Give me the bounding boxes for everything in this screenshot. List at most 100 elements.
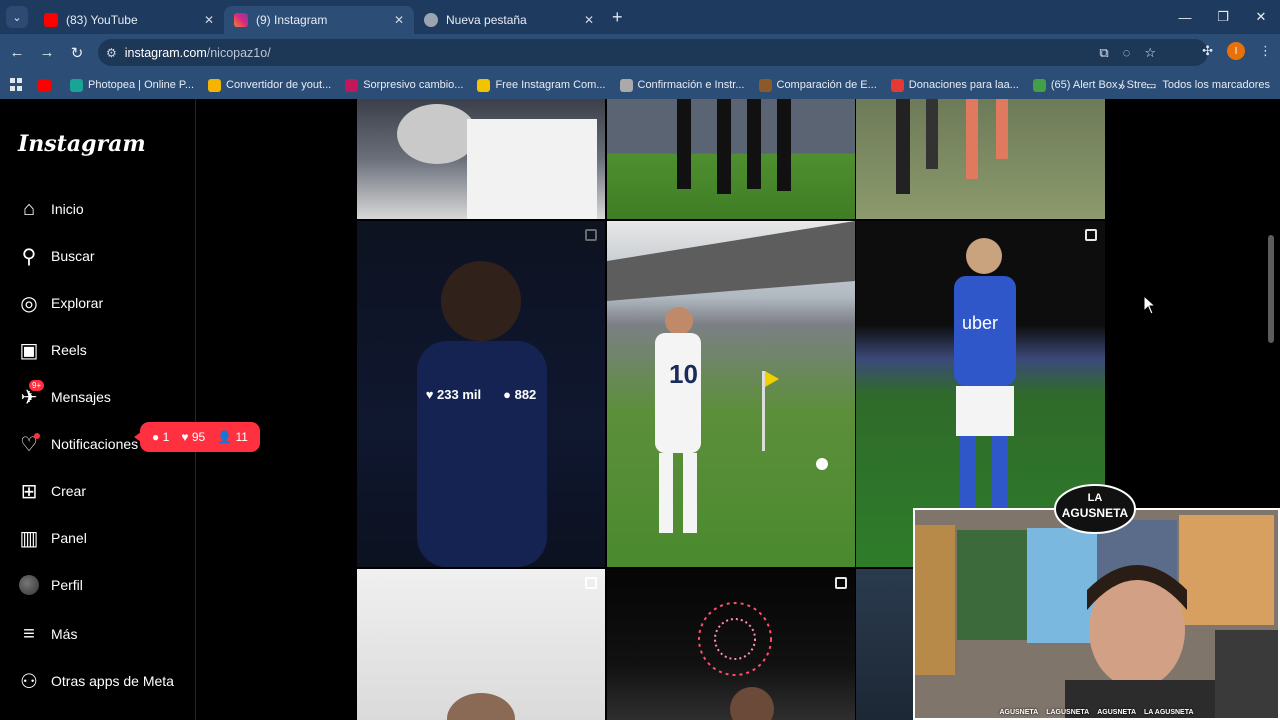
post-tile[interactable] (357, 569, 605, 720)
tab-strip: ⌄ (83) YouTube ✕ (9) Instagram ✕ Nueva p… (0, 0, 1280, 34)
bookmarks-more-button[interactable]: » (1118, 78, 1125, 93)
bookmark-label: Confirmación e Instr... (637, 79, 745, 91)
messages-badge: 9+ (29, 380, 45, 391)
sidebar-item-más[interactable]: ≡ Más (18, 622, 77, 646)
home-icon: ⌂ (22, 197, 36, 220)
site-info-icon[interactable]: ⚙ (106, 46, 117, 60)
sidebar-item-label: Explorar (51, 295, 104, 311)
close-icon[interactable]: ✕ (394, 13, 404, 27)
sidebar-item-perfil[interactable]: Perfil (18, 573, 83, 597)
logo-line2: AGUSNETA (1062, 506, 1129, 520)
close-icon[interactable]: ✕ (584, 13, 594, 27)
tab-search-button[interactable]: ⌄ (6, 6, 28, 28)
address-bar[interactable]: ⚙ instagram.com/nicopaz1o/ ⧉ ◌ ☆ (98, 39, 1208, 66)
sidebar: Instagram ⌂ Inicio ⚲ Buscar ◎ Explorar ▣ Reels ✈… (0, 99, 260, 720)
reload-icon[interactable]: ↻ (64, 44, 90, 62)
bookmark-favicon-icon (890, 78, 904, 92)
profile-avatar[interactable]: I (1227, 42, 1245, 60)
kebab-menu-icon[interactable]: ⋮ (1259, 43, 1272, 59)
new-tab-button[interactable]: + (612, 7, 623, 28)
post-tile[interactable] (856, 99, 1105, 219)
bookmark-item[interactable]: Confirmación e Instr... (619, 78, 745, 92)
carousel-icon (1085, 229, 1097, 241)
sidebar-item-buscar[interactable]: ⚲ Buscar (18, 244, 95, 268)
bookmark-item[interactable]: Donaciones para laa... (890, 78, 1019, 92)
post-tile-hovered[interactable]: ♥ 233 mil ● 882 (357, 221, 605, 567)
bookmark-label: Sorpresivo cambio... (363, 79, 464, 91)
bookmark-item[interactable]: Convertidor de yout... (208, 78, 332, 92)
back-icon[interactable]: ← (4, 44, 30, 61)
bookmark-item[interactable]: Comparación de E... (758, 78, 877, 92)
plus-square-icon: ⊞ (20, 480, 38, 503)
bookmark-list: Photopea | Online P... Convertidor de you… (38, 78, 1170, 92)
close-window-icon[interactable]: ✕ (1242, 9, 1280, 25)
x-handle: LAGUSNETA (1046, 709, 1090, 716)
webcam-scene (915, 510, 1278, 718)
forward-icon[interactable]: → (34, 44, 60, 61)
likes-stat: ♥ 233 mil (425, 386, 482, 402)
bookmark-item[interactable]: Free Instagram Com... (477, 78, 606, 92)
restore-icon[interactable]: ❐ (1204, 9, 1242, 25)
notification-summary-pill[interactable]: ● 1 ♥ 95 👤 11 (134, 422, 260, 452)
sidebar-item-explorar[interactable]: ◎ Explorar (18, 291, 103, 315)
messenger-icon: ✈ 9+ (18, 380, 45, 409)
post-tile[interactable] (607, 569, 855, 720)
url-host: instagram.com (124, 45, 207, 60)
eye-off-icon[interactable]: ◌ (1123, 45, 1131, 61)
carousel-icon (835, 577, 847, 589)
carousel-icon (585, 577, 597, 589)
install-app-icon[interactable]: ⧉ (1099, 45, 1108, 61)
star-icon[interactable]: ☆ (1144, 45, 1156, 61)
window-controls: — ❐ ✕ (1166, 0, 1280, 34)
page-scrollbar[interactable] (1268, 235, 1274, 343)
heart-icon: ♡ (18, 433, 40, 456)
post-tile[interactable]: 10 (607, 221, 855, 567)
bookmark-label: Donaciones para laa... (908, 79, 1019, 91)
bookmark-label: Photopea | Online P... (88, 79, 195, 91)
sidebar-item-reels[interactable]: ▣ Reels (18, 338, 87, 362)
all-bookmarks-button[interactable]: ▭ Todos los marcadores (1146, 79, 1270, 92)
sidebar-item-crear[interactable]: ⊞ Crear (18, 479, 86, 503)
bookmark-item[interactable]: (65) Alert Box / Stre... (1032, 78, 1156, 92)
tab-title: Nueva pestaña (446, 13, 527, 27)
studio-portrait-photo (447, 693, 515, 720)
sidebar-item-inicio[interactable]: ⌂ Inicio (18, 197, 84, 221)
sidebar-item-otras-apps-de-meta[interactable]: ⚇ Otras apps de Meta (18, 669, 174, 693)
streamer-logo: LA AGUSNETA (1054, 484, 1136, 534)
sidebar-item-panel[interactable]: ▥ Panel (18, 526, 87, 550)
instagram-page: Instagram ⌂ Inicio ⚲ Buscar ◎ Explorar ▣ Reels ✈… (0, 99, 1280, 720)
sidebar-item-notificaciones[interactable]: ♡ Notificaciones (18, 432, 138, 456)
trophy-photo (397, 104, 597, 219)
follow-count: 👤 11 (217, 430, 248, 444)
tab-new[interactable]: Nueva pestaña ✕ (414, 6, 604, 34)
svg-text:uber: uber (962, 313, 998, 333)
sidebar-item-label: Otras apps de Meta (51, 673, 174, 689)
dashboard-icon: ▥ (19, 527, 39, 550)
apps-grid-icon[interactable] (10, 78, 24, 92)
close-icon[interactable]: ✕ (204, 13, 214, 27)
instagram-logo[interactable]: Instagram (18, 131, 146, 157)
bookmark-item[interactable]: Photopea | Online P... (70, 78, 195, 92)
search-icon: ⚲ (21, 245, 37, 268)
chrome-icon (424, 13, 438, 27)
extensions-icon[interactable]: ✣ (1202, 43, 1213, 59)
post-tile[interactable] (607, 99, 855, 219)
compass-icon: ◎ (20, 292, 38, 315)
minimize-icon[interactable]: — (1166, 10, 1204, 25)
post-tile[interactable] (357, 99, 605, 219)
sidebar-item-label: Notificaciones (51, 436, 139, 452)
tab-youtube[interactable]: (83) YouTube ✕ (34, 6, 224, 34)
meta-apps-icon: ⚇ (20, 670, 38, 693)
bookmark-favicon-icon (1032, 78, 1046, 92)
sidebar-item-mensajes[interactable]: ✈ 9+ Mensajes (18, 380, 111, 409)
url-text[interactable]: instagram.com/nicopaz1o/ (125, 46, 271, 60)
youtube-handle: LA AGUSNETA (1144, 709, 1194, 716)
tab-instagram[interactable]: (9) Instagram ✕ (224, 6, 414, 34)
bookmark-label: Convertidor de yout... (226, 79, 332, 91)
bookmark-label: Free Instagram Com... (495, 79, 606, 91)
sidebar-item-label: Mensajes (51, 389, 111, 405)
omnibox-actions: ⧉ ◌ ☆ (1099, 45, 1156, 61)
bookmark-item[interactable] (38, 78, 56, 92)
browser-toolbar: ← → ↻ ⚙ instagram.com/nicopaz1o/ ⧉ ◌ ☆ ✣… (0, 34, 1280, 71)
bookmark-item[interactable]: Sorpresivo cambio... (345, 78, 464, 92)
